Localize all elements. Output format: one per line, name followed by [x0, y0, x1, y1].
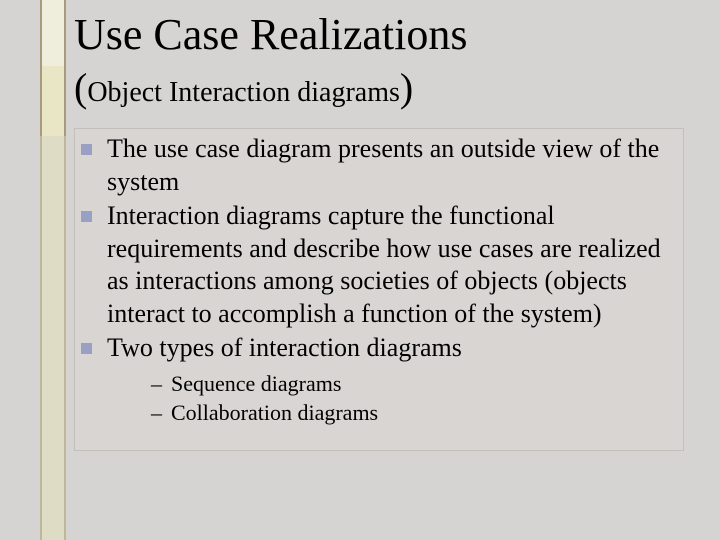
- slide-title: Use Case Realizations: [74, 12, 467, 58]
- paren-close: ): [400, 65, 413, 110]
- square-bullet-icon: [81, 211, 92, 222]
- ribbon-segment: [40, 0, 66, 66]
- sub-bullet-list: – Sequence diagrams – Collaboration diag…: [107, 369, 677, 428]
- sub-bullet-text: Sequence diagrams: [171, 371, 341, 396]
- square-bullet-icon: [81, 343, 92, 354]
- slide: Use Case Realizations (Object Interactio…: [0, 0, 720, 540]
- bullet-text: The use case diagram presents an outside…: [107, 134, 659, 196]
- square-bullet-icon: [81, 144, 92, 155]
- bullet-text: Interaction diagrams capture the functio…: [107, 201, 661, 328]
- body-text-frame: The use case diagram presents an outside…: [74, 128, 684, 451]
- sub-bullet-text: Collaboration diagrams: [171, 400, 378, 425]
- bullet-item: The use case diagram presents an outside…: [81, 133, 677, 198]
- bullet-list: The use case diagram presents an outside…: [81, 133, 677, 428]
- slide-subtitle: (Object Interaction diagrams): [74, 64, 413, 111]
- paren-open: (: [74, 65, 87, 110]
- bullet-item: Interaction diagrams capture the functio…: [81, 200, 677, 330]
- sub-bullet-item: – Collaboration diagrams: [151, 398, 677, 428]
- decorative-ribbon: [40, 0, 66, 540]
- sub-bullet-item: – Sequence diagrams: [151, 369, 677, 399]
- dash-bullet-icon: –: [151, 369, 162, 399]
- dash-bullet-icon: –: [151, 398, 162, 428]
- bullet-item: Two types of interaction diagrams – Sequ…: [81, 332, 677, 428]
- bullet-text: Two types of interaction diagrams: [107, 333, 462, 362]
- ribbon-segment: [40, 66, 66, 136]
- subtitle-text: Object Interaction diagrams: [87, 77, 400, 108]
- ribbon-segment: [40, 136, 66, 540]
